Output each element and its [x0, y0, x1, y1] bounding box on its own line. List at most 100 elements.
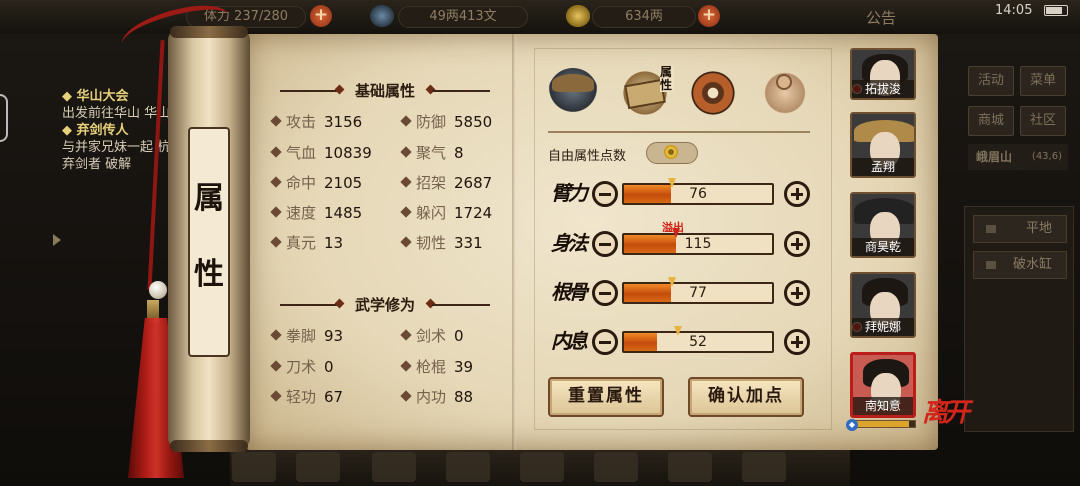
stat-toughness: 韧性 331 [400, 232, 483, 253]
expand-arrow-icon[interactable] [53, 234, 61, 246]
experience-bar [850, 420, 916, 428]
nav-sect-icon[interactable] [446, 452, 490, 482]
stat-hit: 命中 2105 [270, 172, 362, 193]
terrain-item-flat[interactable]: 平地 [973, 215, 1067, 243]
skill-label: 拳脚 [286, 327, 317, 345]
stat-dodge: 躲闪 1724 [400, 202, 492, 223]
page-fold [512, 34, 516, 450]
stat-label: 气血 [286, 144, 317, 162]
stat-attack: 攻击 3156 [270, 111, 363, 132]
scroll-title: 属 性 [188, 127, 230, 357]
stat-label: 招架 [416, 174, 447, 192]
party-member-2[interactable]: 孟翔 [850, 112, 916, 178]
constitution-minus-button[interactable] [592, 280, 618, 306]
basic-attributes-heading: 基础属性 [272, 80, 498, 100]
money-text: 49两413文 [429, 9, 497, 24]
strength-bar: 76 [622, 178, 774, 205]
attr-breath-label: 内息 [551, 329, 588, 353]
stat-label: 命中 [286, 174, 317, 192]
skill-value: 88 [454, 388, 474, 406]
party-member-3[interactable]: 商昊乾 [850, 192, 916, 258]
terrain-label: 破水缸 [1012, 257, 1052, 272]
party-member-name: 商昊乾 [852, 238, 914, 256]
constitution-bar: 77 [622, 277, 774, 304]
skill-label: 内功 [416, 388, 447, 406]
terrain-icon [986, 225, 996, 233]
confirm-points-button[interactable]: 确认加点 [688, 377, 804, 417]
left-drawer-handle[interactable] [0, 94, 8, 142]
attr-agility-label: 身法 [551, 231, 588, 255]
scroll-cap-top [170, 26, 248, 38]
strength-plus-button[interactable] [784, 181, 810, 207]
point-coin-icon [664, 145, 678, 159]
terrain-item-vat[interactable]: 破水缸 [973, 251, 1067, 279]
add-ingot-button[interactable]: + [698, 5, 720, 27]
party-member-name: 南知意 [853, 397, 913, 415]
tab-meridians[interactable] [760, 68, 810, 118]
party-member-name: 拓拔浚 [852, 80, 914, 98]
skill-inner: 内功 88 [400, 386, 474, 407]
nav-partner-icon[interactable] [594, 452, 638, 482]
tab-taiji[interactable] [688, 68, 738, 118]
party-member-4[interactable]: 拜妮娜 [850, 272, 916, 338]
skill-label: 刀术 [286, 358, 317, 376]
nav-martial-icon[interactable] [296, 452, 340, 482]
nav-map-icon[interactable] [372, 452, 416, 482]
breath-value: 52 [689, 334, 707, 350]
heading-rule [432, 90, 490, 92]
ingot-text: 634两 [625, 9, 663, 24]
reset-attributes-button[interactable]: 重置属性 [548, 377, 664, 417]
community-button[interactable]: 社区 [1020, 106, 1066, 136]
tab-character-portrait[interactable] [548, 68, 598, 118]
stat-value: 2687 [454, 174, 493, 192]
breath-plus-button[interactable] [784, 329, 810, 355]
agility-minus-button[interactable] [592, 231, 618, 257]
battery-icon [1044, 5, 1068, 16]
agility-plus-button[interactable] [784, 231, 810, 257]
game-screen: 体力 237/280 + 49两413文 634两 + 公告 14:05 ◆ 华… [0, 0, 1080, 486]
strength-minus-button[interactable] [592, 181, 618, 207]
breath-bar: 52 [622, 326, 774, 353]
heading-diamond [334, 298, 345, 309]
scroll-title-char-2: 性 [194, 257, 224, 292]
shop-button[interactable]: 商城 [968, 106, 1014, 136]
terrain-panel: 平地 破水缸 [964, 206, 1074, 432]
attr-constitution-label: 根骨 [551, 280, 588, 304]
clock: 14:05 [995, 3, 1033, 18]
free-points-label: 自由属性点数 [548, 149, 627, 164]
party-member-5-selected[interactable]: 南知意 [850, 352, 916, 418]
stat-label: 聚气 [416, 144, 447, 162]
skill-blade: 刀术 0 [270, 356, 334, 377]
stat-value: 1485 [324, 204, 363, 222]
menu-button[interactable]: 菜单 [1020, 66, 1066, 96]
stat-label: 躲闪 [416, 204, 447, 222]
terrain-label: 平地 [1025, 221, 1052, 236]
skill-label: 剑术 [416, 327, 447, 345]
nav-journal-icon[interactable] [742, 452, 786, 482]
stat-value: 3156 [324, 113, 363, 131]
add-stamina-button[interactable]: + [310, 5, 332, 27]
nav-chivalry-icon[interactable] [668, 452, 712, 482]
stat-focus: 聚气 8 [400, 142, 464, 163]
constitution-plus-button[interactable] [784, 280, 810, 306]
stat-defense: 防御 5850 [400, 111, 492, 132]
stat-label: 韧性 [416, 234, 447, 252]
skill-sword: 剑术 0 [400, 325, 464, 346]
skill-value: 39 [454, 358, 474, 376]
activity-button[interactable]: 活动 [968, 66, 1014, 96]
quest-title-text-2: 弃剑传人 [76, 123, 129, 138]
breath-minus-button[interactable] [592, 329, 618, 355]
leave-button[interactable]: 离开 [922, 400, 970, 452]
notice-button[interactable]: 公告 [866, 7, 896, 28]
stat-hp: 气血 10839 [270, 142, 372, 163]
nav-guild-icon[interactable] [520, 452, 564, 482]
party-member-1[interactable]: 拓拔浚 [850, 48, 916, 100]
skill-value: 93 [324, 327, 344, 345]
quest-title-text-1: 华山大会 [76, 89, 129, 104]
stat-speed: 速度 1485 [270, 202, 363, 223]
nav-bag-icon[interactable] [232, 452, 276, 482]
skill-value: 0 [454, 327, 464, 345]
agility-value: 115 [684, 236, 712, 252]
tab-attributes[interactable]: 属性 [620, 66, 674, 118]
martial-heading-text: 武学修为 [354, 296, 415, 314]
